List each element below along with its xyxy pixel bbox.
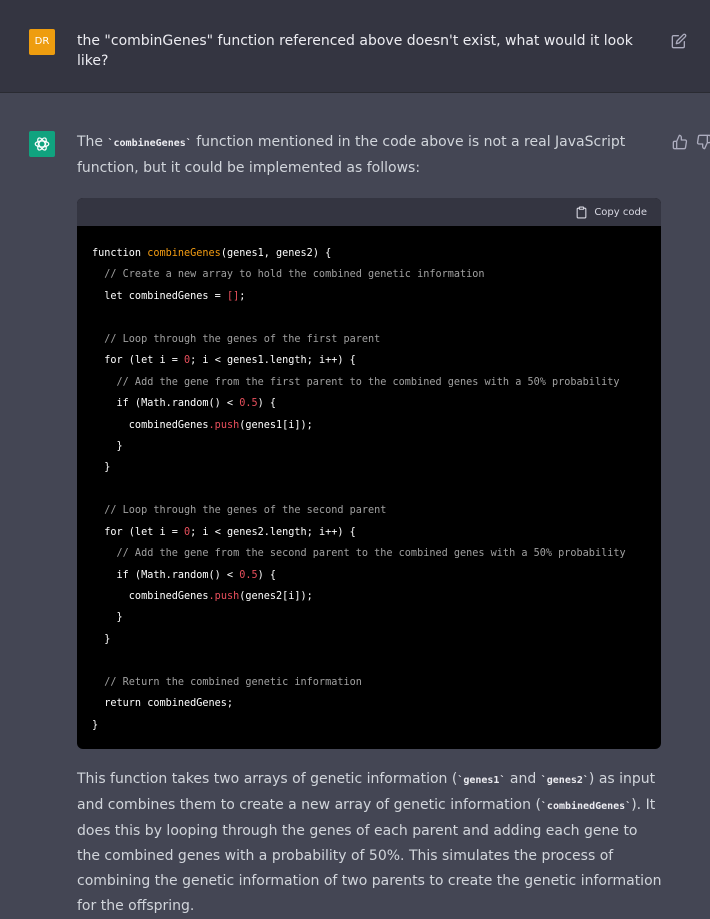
inline-code-genes1: `genes1` [457,775,506,786]
code-token: ) { [257,398,277,410]
clipboard-icon [576,206,587,218]
code-block: Copy code function combineGenes(genes1, … [77,198,661,749]
code-token: if (Math.random() < [92,569,240,581]
code-token: function [92,248,148,259]
intro-text-start: The [77,134,108,150]
code-line: for (let i = 0; i < genes1.length; i++) … [92,350,646,371]
code-token: combinedGenes [92,591,209,602]
code-token: ) { [257,569,277,581]
code-token: (genes1[i]); [239,419,313,431]
code-line: } [92,715,646,736]
code-token: combinedGenes [92,419,209,431]
inline-code-genes2: `genes2` [540,775,589,786]
thumbs-up-icon[interactable] [672,134,688,150]
code-line: for (let i = 0; i < genes2.length; i++) … [92,522,646,543]
code-line: // Add the gene from the second parent t… [92,543,646,564]
code-line: // Loop through the genes of the second … [92,500,646,521]
code-line: // Create a new array to hold the combin… [92,264,646,285]
code-token: // Add the gene from the second parent t… [92,548,626,560]
inline-code-combineGenes: `combineGenes` [107,138,192,149]
code-token: if (Math.random() < [92,398,240,410]
code-line: combinedGenes.push(genes1[i]); [92,415,646,436]
code-token: } [92,462,111,474]
code-body: function combineGenes(genes1, genes2) { … [77,226,661,736]
code-token: 0.5 [239,398,258,410]
openai-logo-icon [34,137,50,151]
copy-code-label: Copy code [594,206,647,218]
code-token: 0.5 [239,569,258,581]
code-token: combineGenes [147,248,221,259]
thumbs-down-icon[interactable] [696,134,710,150]
code-token: // Add the gene from the first parent to… [92,376,620,388]
code-token: for (let i = [92,355,185,367]
edit-icon[interactable] [671,33,687,49]
code-block-header: Copy code [77,198,661,226]
code-line: combinedGenes.push(genes2[i]); [92,586,646,607]
explanation-text-4: ). It does this by looping through the g… [77,797,662,914]
code-token: // Create a new array to hold the combin… [92,269,485,281]
code-token: } [92,719,99,731]
code-token: .push [208,591,240,602]
code-token: ; [239,290,246,302]
code-token: // Return the combined genetic informati… [92,676,362,688]
code-token: for (let i = [92,526,185,538]
code-line: // Return the combined genetic informati… [92,672,646,693]
code-token: (genes2[i]); [239,591,313,602]
code-token: return combinedGenes; [92,698,234,710]
code-line: if (Math.random() < 0.5) { [92,565,646,586]
explanation-text-1: This function takes two arrays of geneti… [77,771,458,787]
code-token: let combinedGenes = [92,290,227,302]
code-token: // Loop through the genes of the second … [92,505,387,517]
inline-code-combinedGenes: `combinedGenes` [540,801,632,812]
code-token: } [92,612,123,624]
code-token: } [92,440,123,452]
code-line: } [92,607,646,628]
code-line: // Add the gene from the first parent to… [92,372,646,393]
code-line: } [92,629,646,650]
code-token: // Loop through the genes of the first p… [92,333,381,345]
user-avatar: DR [29,29,55,55]
assistant-avatar [29,131,55,157]
user-message-row: DR the "combinGenes" function referenced… [0,0,710,93]
assistant-intro-paragraph: The `combineGenes` function mentioned in… [77,130,662,181]
assistant-message-row: The `combineGenes` function mentioned in… [0,93,710,916]
explanation-text-2: and [505,771,541,787]
code-token: .push [208,419,240,431]
code-line: return combinedGenes; [92,693,646,714]
code-line: } [92,436,646,457]
code-token: ; i < genes1.length; i++) { [190,355,356,367]
code-token: } [92,633,111,645]
code-token: [] [226,290,240,302]
code-line: if (Math.random() < 0.5) { [92,393,646,414]
code-line: function combineGenes(genes1, genes2) { [92,243,646,264]
user-message-text: the "combinGenes" function referenced ab… [77,33,633,69]
code-line: } [92,457,646,478]
code-line: // Loop through the genes of the first p… [92,329,646,350]
assistant-explanation-paragraph: This function takes two arrays of geneti… [77,767,662,919]
code-line: let combinedGenes = []; [92,286,646,307]
code-token: (genes1, genes2) { [220,248,332,259]
copy-code-button[interactable]: Copy code [575,206,647,219]
code-token: ; i < genes2.length; i++) { [190,526,356,538]
